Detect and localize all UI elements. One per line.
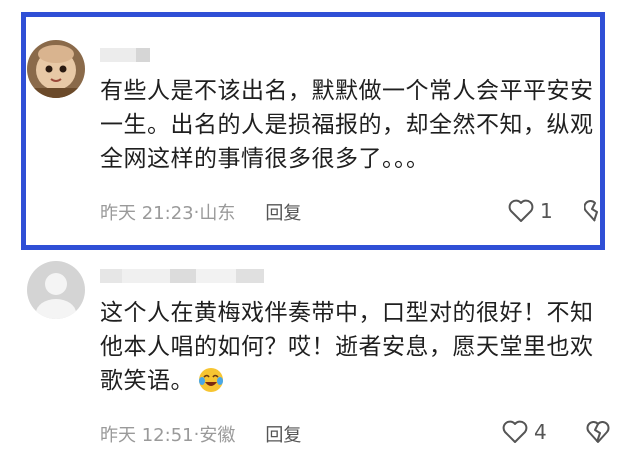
broken-heart-icon bbox=[586, 421, 610, 443]
comment-time: 昨天 12:51 bbox=[100, 425, 194, 446]
dislike-button[interactable] bbox=[583, 199, 606, 227]
like-button[interactable]: 4 bbox=[502, 420, 547, 444]
reply-button[interactable]: 回复 bbox=[265, 421, 301, 447]
crying-laughing-emoji bbox=[199, 368, 223, 392]
comment-time: 昨天 21:23 bbox=[100, 203, 194, 224]
reply-button[interactable]: 回复 bbox=[265, 199, 301, 225]
heart-outline-icon bbox=[502, 420, 528, 443]
comment-location: 安徽 bbox=[199, 425, 236, 446]
like-button[interactable]: 1 bbox=[508, 199, 553, 223]
username-blurred[interactable] bbox=[100, 269, 264, 283]
comment-meta: 昨天 12:51 · 安徽 回复 bbox=[100, 421, 301, 447]
username-blurred[interactable] bbox=[100, 48, 150, 62]
like-count: 4 bbox=[534, 420, 547, 444]
comment-text: 这个人在黄梅戏伴奏带中，口型对的很好！不知 他本人唱的如何？哎！逝者安息，愿天堂… bbox=[100, 300, 594, 394]
avatar[interactable] bbox=[27, 261, 85, 319]
avatar[interactable] bbox=[27, 40, 85, 98]
heart-outline-icon bbox=[508, 199, 534, 222]
comment-meta: 昨天 21:23 · 山东 回复 bbox=[100, 199, 301, 225]
comment-location: 山东 bbox=[199, 203, 236, 224]
dislike-button[interactable] bbox=[586, 420, 610, 448]
comment-text: 有些人是不该出名，默默做一个常人会平平安安 一生。出名的人是损福报的，却全然不知… bbox=[100, 78, 594, 172]
broken-heart-icon bbox=[583, 200, 598, 222]
like-count: 1 bbox=[540, 199, 553, 223]
